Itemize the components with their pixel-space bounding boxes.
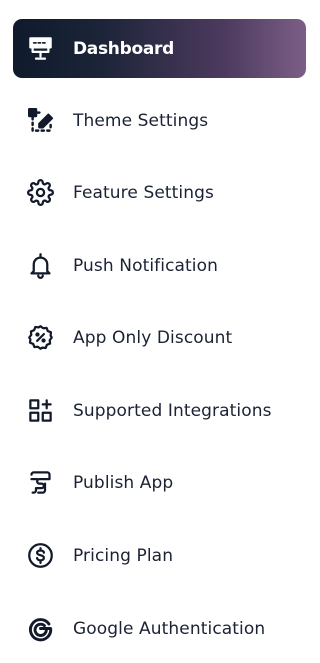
sidebar-item-label: Publish App xyxy=(73,472,174,493)
publish-app-icon xyxy=(27,469,54,496)
sidebar-item-label: Google Authentication xyxy=(73,618,266,639)
integrations-icon xyxy=(27,397,54,424)
sidebar-item-label: Dashboard xyxy=(73,38,174,59)
sidebar-item-label: Theme Settings xyxy=(73,110,209,131)
sidebar-item-label: Pricing Plan xyxy=(73,545,174,566)
sidebar-item-publish-app[interactable]: Publish App xyxy=(13,453,306,512)
sidebar-item-feature-settings[interactable]: Feature Settings xyxy=(13,163,306,222)
discount-icon xyxy=(27,324,54,351)
dollar-icon xyxy=(27,542,54,569)
sidebar-item-dashboard[interactable]: Dashboard xyxy=(13,19,306,78)
sidebar-item-push-notification[interactable]: Push Notification xyxy=(13,236,306,295)
sidebar-item-label: Supported Integrations xyxy=(73,400,272,421)
sidebar-item-supported-integrations[interactable]: Supported Integrations xyxy=(13,381,306,440)
sidebar-item-label: Feature Settings xyxy=(73,182,214,203)
bell-icon xyxy=(27,252,54,279)
sidebar-item-google-authentication[interactable]: Google Authentication xyxy=(13,599,306,658)
sidebar-item-label: Push Notification xyxy=(73,255,219,276)
theme-settings-icon xyxy=(27,107,54,134)
sidebar-item-label: App Only Discount xyxy=(73,327,233,348)
dashboard-icon xyxy=(27,35,54,62)
sidebar-nav: Dashboard Theme Settings Feature Setting… xyxy=(0,0,312,663)
sidebar-item-app-only-discount[interactable]: App Only Discount xyxy=(13,308,306,367)
gear-icon xyxy=(27,179,54,206)
google-icon xyxy=(27,615,54,642)
sidebar-item-theme-settings[interactable]: Theme Settings xyxy=(13,91,306,150)
sidebar-item-pricing-plan[interactable]: Pricing Plan xyxy=(13,526,306,585)
